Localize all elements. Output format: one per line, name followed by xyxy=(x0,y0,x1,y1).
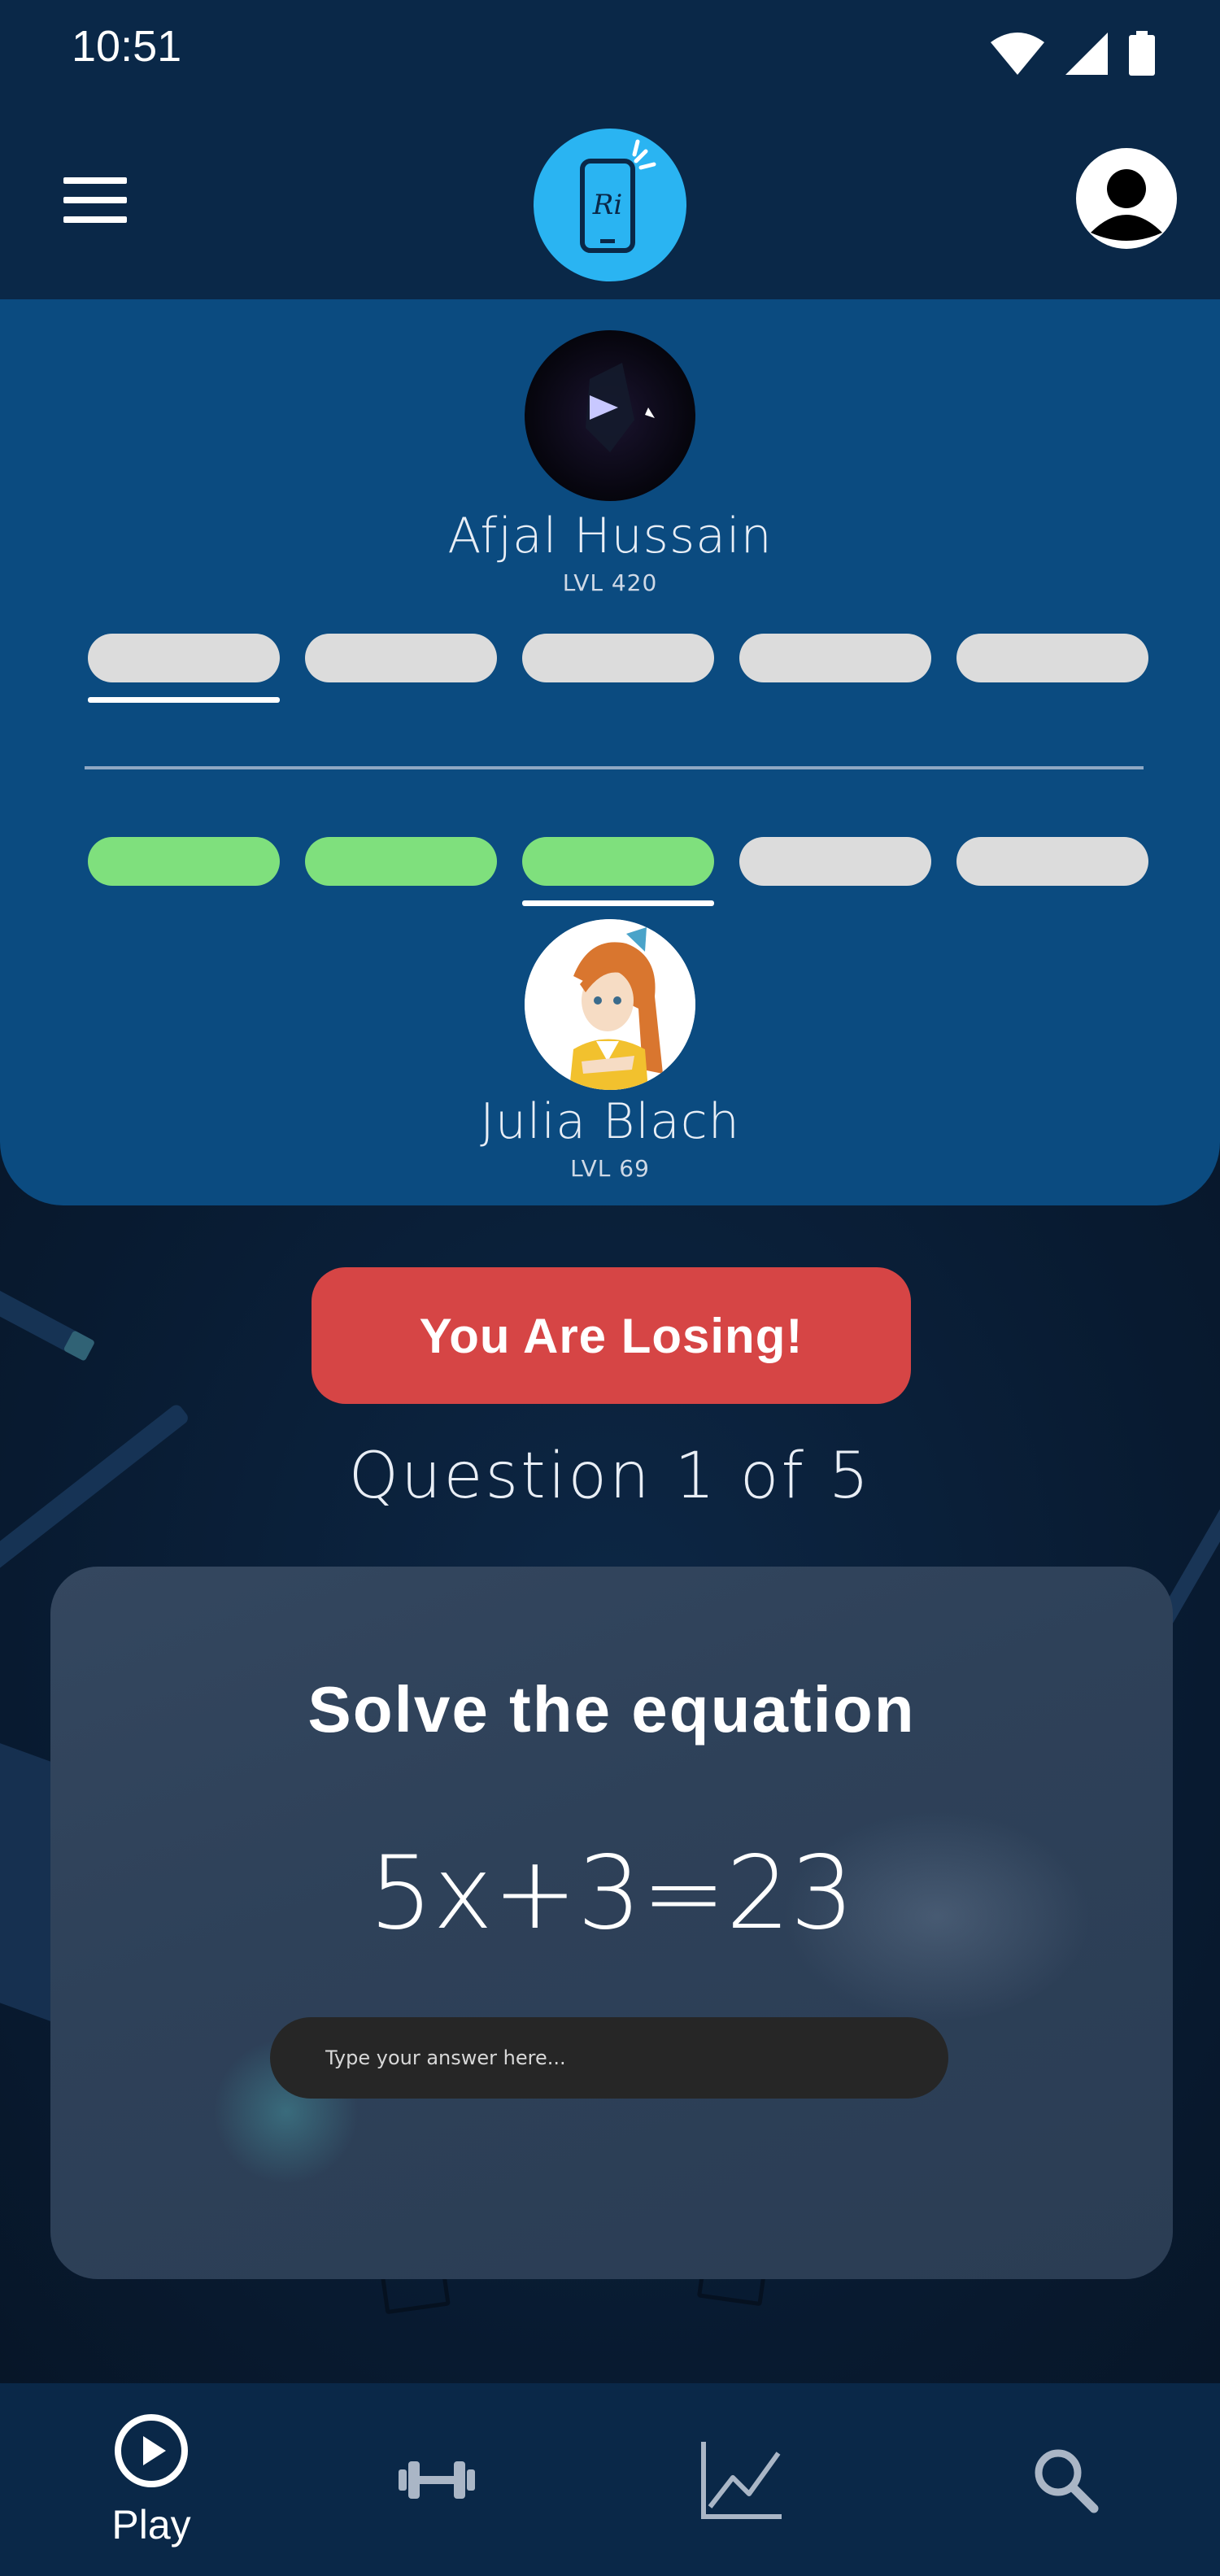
player-progress xyxy=(88,837,1150,906)
search-icon xyxy=(1035,2449,1099,2513)
progress-pill xyxy=(88,837,280,886)
progress-pill xyxy=(739,634,931,682)
progress-pill xyxy=(522,837,714,886)
player-avatar xyxy=(525,919,695,1090)
hamburger-menu-icon[interactable] xyxy=(63,177,127,223)
nav-item-search[interactable] xyxy=(984,2383,1147,2576)
opponent-progress xyxy=(88,634,1150,703)
question-card: Solve the equation 5x+3=23 xyxy=(50,1567,1173,2279)
status-bar: 10:51 xyxy=(0,0,1220,98)
current-question-indicator xyxy=(522,900,714,906)
opponent-name: Afjal Hussain xyxy=(447,508,773,564)
losing-status-button[interactable]: You Are Losing! xyxy=(312,1267,911,1404)
nav-item-training[interactable] xyxy=(355,2383,518,2576)
play-icon xyxy=(115,2413,188,2487)
phone-logo-icon[interactable]: Ri xyxy=(534,129,686,281)
progress-pill xyxy=(305,837,497,886)
bottom-navigation: Play xyxy=(0,2383,1220,2576)
opponent-avatar xyxy=(525,330,695,501)
current-question-indicator xyxy=(88,697,280,703)
svg-text:Ri: Ri xyxy=(592,189,622,221)
progress-pill xyxy=(88,634,280,682)
question-counter: Question 1 of 5 xyxy=(348,1440,872,1513)
status-time: 10:51 xyxy=(72,22,182,71)
dumbbell-icon xyxy=(399,2460,475,2499)
divider xyxy=(85,766,1144,769)
question-title: Solve the equation xyxy=(307,1673,916,1746)
chart-icon xyxy=(701,2441,782,2519)
pencil-decoration xyxy=(0,1280,96,1362)
status-icons xyxy=(989,31,1157,76)
progress-pill xyxy=(739,837,931,886)
answer-input[interactable] xyxy=(270,2017,948,2099)
opponent-level: LVL 420 xyxy=(562,569,658,596)
progress-pill xyxy=(956,634,1148,682)
nav-item-stats[interactable] xyxy=(660,2383,823,2576)
nav-item-play[interactable]: Play xyxy=(70,2383,233,2576)
player-name: Julia Blach xyxy=(480,1093,740,1150)
cellular-signal-icon xyxy=(1065,33,1108,75)
profile-avatar-icon[interactable] xyxy=(1076,148,1177,249)
nav-label-play: Play xyxy=(111,2501,191,2548)
progress-pill xyxy=(522,634,714,682)
wifi-icon xyxy=(991,33,1044,75)
progress-pill xyxy=(305,634,497,682)
progress-pill xyxy=(956,837,1148,886)
player-level: LVL 69 xyxy=(570,1155,650,1182)
match-panel: Afjal Hussain LVL 420 Julia Blach LVL 69 xyxy=(0,299,1220,1205)
app-bar: Ri xyxy=(0,98,1220,299)
battery-icon xyxy=(1129,31,1155,76)
question-equation: 5x+3=23 xyxy=(368,1835,855,1952)
